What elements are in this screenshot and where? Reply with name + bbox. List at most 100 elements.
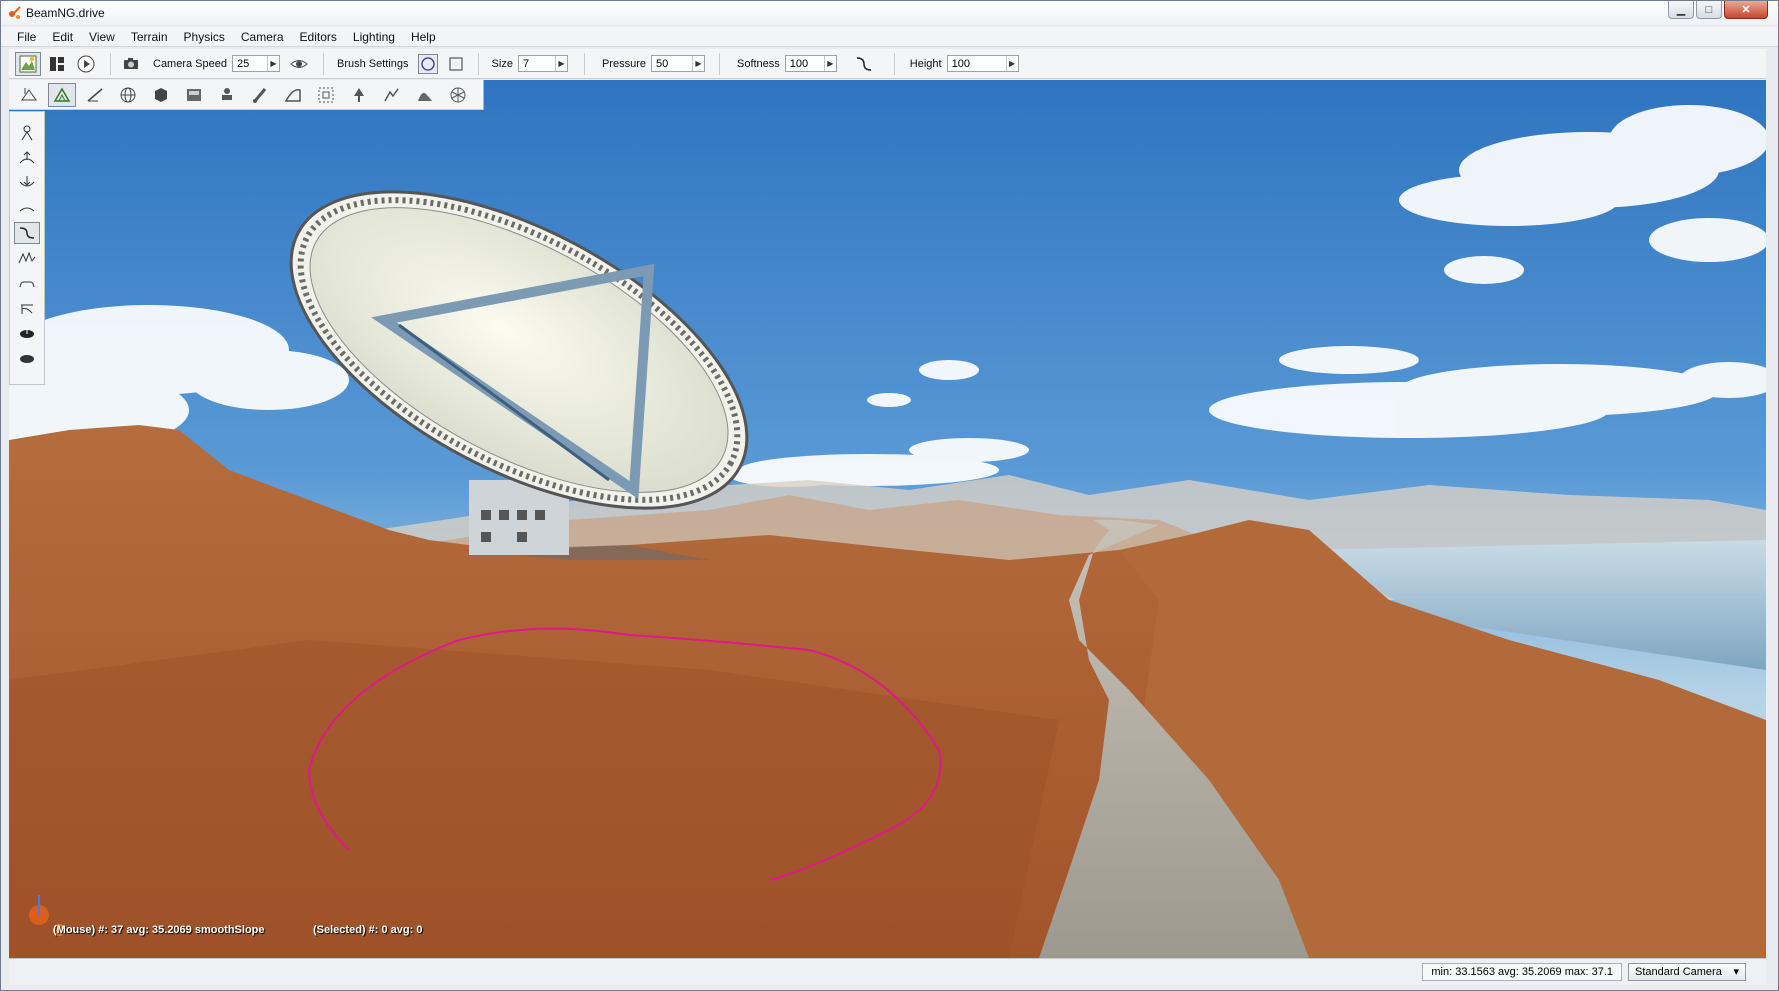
terrain-editor-button[interactable] [15, 51, 41, 76]
layout-button[interactable] [44, 52, 70, 76]
measure-button[interactable] [81, 83, 109, 107]
material-icon [187, 88, 201, 101]
menu-file[interactable]: File [9, 30, 44, 44]
fill-hole-tool-button[interactable] [14, 347, 40, 369]
smooth-button[interactable] [411, 83, 439, 107]
clear-tool-icon [21, 304, 33, 314]
paint-hole-tool-button[interactable] [14, 322, 40, 344]
stamp-button[interactable] [213, 83, 241, 107]
camera-mode-select[interactable]: Standard Camera ▾ [1628, 962, 1746, 981]
eye-icon [290, 59, 308, 68]
stamp-icon [222, 87, 232, 100]
brush-circle-button[interactable] [417, 53, 438, 74]
window-title: BeamNG.drive [26, 6, 105, 20]
sculpt-icon [384, 88, 399, 101]
smooth-slope-tool-button[interactable] [14, 222, 40, 244]
softness-field[interactable]: 100 ▶ [784, 55, 837, 72]
raise-tool-button[interactable] [14, 147, 40, 169]
visibility-button[interactable] [286, 52, 312, 76]
set-height-tool-button[interactable] [14, 272, 40, 294]
3d-viewport[interactable]: (Mouse) #: 37 avg: 35.2069 smoothSlope (… [9, 80, 1766, 958]
noise-tool-button[interactable] [14, 247, 40, 269]
camera-speed-field[interactable]: 25 ▶ [232, 55, 280, 72]
ramp-icon [284, 88, 301, 102]
mesh-icon [450, 87, 466, 102]
menu-terrain[interactable]: Terrain [123, 30, 176, 44]
main-toolbar: Camera Speed 25 ▶ Brush Settings Size 7 … [9, 49, 1766, 79]
menu-physics[interactable]: Physics [176, 30, 233, 44]
title-bar[interactable]: BeamNG.drive ▁ □ ✕ [1, 1, 1778, 25]
size-label: Size [491, 57, 513, 70]
height-value: 100 [951, 57, 970, 70]
menu-edit[interactable]: Edit [44, 30, 81, 44]
frame-icon [318, 87, 334, 102]
material-button[interactable] [180, 83, 208, 107]
maximize-button[interactable]: □ [1696, 1, 1722, 19]
sculpt-button[interactable] [378, 83, 406, 107]
set-height-tool-icon [19, 281, 35, 288]
cube-icon [155, 87, 167, 102]
circle-brush-icon [420, 56, 435, 71]
app-window: BeamNG.drive ▁ □ ✕ File Edit View Terrai… [0, 0, 1779, 991]
chevron-right-icon[interactable]: ▶ [691, 56, 704, 71]
vegetation-button[interactable] [345, 83, 373, 107]
camera-button[interactable] [119, 52, 145, 76]
smooth-slope-tool-icon [19, 227, 35, 239]
toolbar-separator [893, 52, 895, 75]
toolbar-separator [718, 52, 720, 75]
lower-tool-button[interactable] [14, 172, 40, 194]
menu-view[interactable]: View [81, 30, 123, 44]
square-brush-icon [448, 56, 463, 71]
ramp-button[interactable] [279, 83, 307, 107]
globe-icon [120, 87, 136, 102]
globe-button[interactable] [114, 83, 142, 107]
toolbar-separator [583, 52, 585, 75]
chevron-right-icon[interactable]: ▶ [823, 56, 836, 71]
terrain-brush-button[interactable] [48, 82, 76, 107]
menu-camera[interactable]: Camera [233, 30, 292, 44]
raise-tool-icon [19, 151, 35, 164]
close-button[interactable]: ✕ [1724, 1, 1768, 19]
chevron-right-icon[interactable]: ▶ [1005, 56, 1018, 71]
status-bar: min: 33.1563 avg: 35.2069 max: 37.1 Stan… [9, 958, 1766, 984]
menu-lighting[interactable]: Lighting [345, 30, 403, 44]
minimize-button[interactable]: ▁ [1668, 1, 1694, 19]
terrain-select-button[interactable] [15, 83, 43, 107]
play-icon [77, 55, 95, 72]
menu-help[interactable]: Help [403, 30, 444, 44]
terrain-tools-panel [9, 111, 45, 385]
size-field[interactable]: 7 ▶ [517, 55, 568, 72]
softness-curve-button[interactable] [851, 52, 877, 76]
pressure-value: 50 [655, 57, 669, 70]
paint-button[interactable] [246, 83, 274, 107]
chevron-down-icon: ▾ [1733, 966, 1739, 978]
height-field[interactable]: 100 ▶ [946, 55, 1019, 72]
flatten-tool-icon [19, 207, 35, 212]
fill-hole-icon [20, 355, 34, 363]
menu-editors[interactable]: Editors [292, 30, 345, 44]
flatten-tool-button[interactable] [14, 197, 40, 219]
vegetation-icon [354, 87, 364, 102]
play-button[interactable] [73, 52, 99, 76]
brush-square-button[interactable] [445, 53, 466, 74]
mesh-button[interactable] [444, 83, 472, 107]
softness-curve-icon [856, 56, 871, 71]
chevron-right-icon[interactable]: ▶ [554, 56, 567, 71]
mouse-info-text: (Mouse) #: 37 avg: 35.2069 smoothSlope [53, 924, 265, 936]
select-tool-button[interactable] [14, 122, 40, 144]
cube-button[interactable] [147, 83, 175, 107]
select-tool-icon [21, 125, 33, 141]
chevron-right-icon[interactable]: ▶ [267, 56, 279, 71]
paint-hole-icon [20, 327, 34, 338]
size-value: 7 [522, 57, 530, 70]
softness-value: 100 [789, 57, 809, 70]
terrain-brush-icon [53, 87, 71, 102]
selected-info-text: (Selected) #: 0 avg: 0 [313, 924, 423, 936]
clear-tool-button[interactable] [14, 297, 40, 319]
terrain-scene[interactable] [9, 80, 1766, 958]
pressure-field[interactable]: 50 ▶ [650, 55, 705, 72]
camera-speed-label: Camera Speed [153, 57, 227, 70]
camera-mode-value: Standard Camera [1635, 965, 1722, 978]
frame-button[interactable] [312, 83, 340, 107]
height-label: Height [909, 57, 942, 70]
